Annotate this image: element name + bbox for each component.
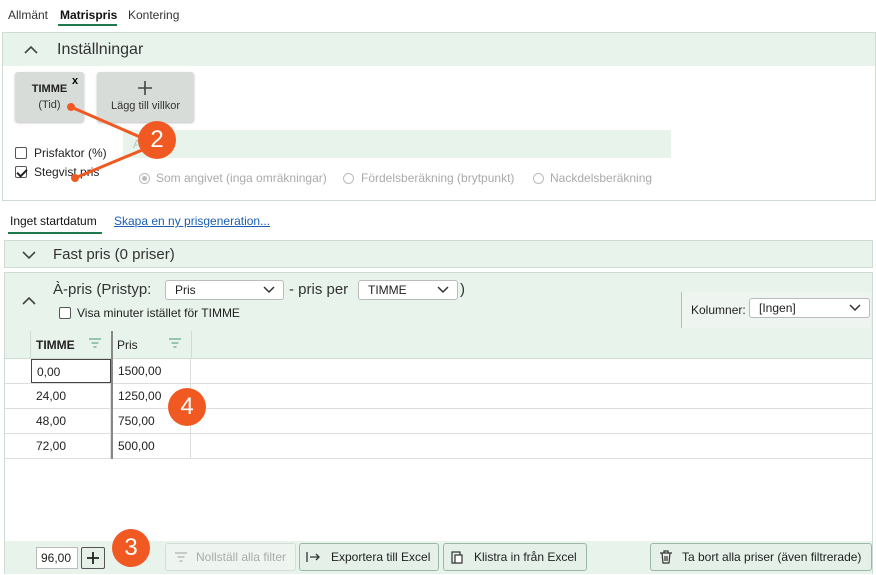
add-condition-button[interactable]: Lägg till villkor bbox=[97, 72, 194, 122]
create-price-generation-link[interactable]: Skapa en ny prisgeneration... bbox=[114, 214, 270, 228]
settings-panel: Inställningar TIMME x (Tid) Lägg till vi… bbox=[2, 32, 876, 201]
visa-minuter-label: Visa minuter istället för TIMME bbox=[77, 306, 240, 320]
radio-nackdelsberakning[interactable] bbox=[533, 173, 544, 184]
reset-filters-button[interactable]: Nollställ alla filter bbox=[165, 543, 296, 571]
radio-som-angivet-label: Som angivet (inga omräkningar) bbox=[156, 171, 327, 185]
cell-timme[interactable]: 0,00 bbox=[31, 359, 111, 383]
fast-pris-title: Fast pris (0 priser) bbox=[53, 246, 175, 263]
radio-fordelsberakning[interactable] bbox=[343, 173, 354, 184]
active-tab-indicator bbox=[58, 24, 117, 26]
condition-unit: (Tid) bbox=[38, 99, 61, 111]
paste-excel-label: Klistra in från Excel bbox=[474, 550, 577, 564]
pristyp-value: Pris bbox=[175, 283, 196, 297]
chevron-down-icon bbox=[437, 286, 449, 294]
a-pris-header: À-pris (Pristyp: Pris - pris per TIMME )… bbox=[5, 273, 872, 331]
row-handle-divider bbox=[30, 331, 31, 359]
annotation-badge-3: 3 bbox=[112, 529, 150, 567]
visa-minuter-checkbox[interactable] bbox=[59, 307, 71, 319]
condition-tile-timme[interactable]: TIMME x (Tid) bbox=[15, 72, 84, 122]
column-divider bbox=[111, 331, 113, 359]
clipboard-icon bbox=[451, 551, 463, 564]
filter-icon[interactable] bbox=[89, 338, 101, 348]
cell-timme[interactable]: 24,00 bbox=[31, 384, 111, 408]
cell-pris[interactable]: 500,00 bbox=[113, 434, 191, 458]
reset-filters-label: Nollställ alla filter bbox=[196, 550, 287, 564]
columns-select[interactable]: [Ingen] bbox=[749, 298, 870, 318]
remove-condition-icon[interactable]: x bbox=[72, 75, 78, 87]
filter-icon bbox=[175, 552, 187, 562]
filter-icon[interactable] bbox=[169, 338, 181, 348]
paste-excel-button[interactable]: Klistra in från Excel bbox=[443, 543, 587, 571]
tab-kontering[interactable]: Kontering bbox=[128, 8, 179, 22]
stegvist-pris-checkbox[interactable] bbox=[15, 166, 27, 178]
a-pris-title: À-pris (Pristyp: bbox=[53, 281, 152, 298]
delete-all-prices-button[interactable]: Ta bort alla priser (även filtrerade) bbox=[650, 543, 872, 571]
add-condition-label: Lägg till villkor bbox=[110, 100, 181, 112]
hidden-field-bar: A bbox=[123, 130, 671, 158]
chevron-down-icon bbox=[263, 286, 275, 294]
column-divider-body bbox=[111, 359, 113, 459]
settings-title: Inställningar bbox=[57, 41, 144, 58]
cell-timme[interactable]: 72,00 bbox=[31, 434, 111, 458]
new-timme-input[interactable]: 96,00 bbox=[36, 547, 78, 569]
column-divider bbox=[191, 331, 192, 359]
tab-inget-startdatum[interactable]: Inget startdatum bbox=[10, 214, 97, 228]
radio-nackdelsberakning-label: Nackdelsberäkning bbox=[550, 171, 653, 185]
table-row[interactable]: 0,00 1500,00 bbox=[5, 359, 872, 384]
prisfaktor-label: Prisfaktor (%) bbox=[34, 146, 107, 160]
radio-som-angivet[interactable] bbox=[139, 173, 150, 184]
pristyp-select[interactable]: Pris bbox=[165, 280, 284, 300]
stegvist-pris-label: Stegvist pris bbox=[34, 165, 100, 179]
prisfaktor-checkbox[interactable] bbox=[15, 147, 27, 159]
export-excel-label: Exportera till Excel bbox=[331, 550, 431, 564]
plus-icon bbox=[87, 552, 99, 564]
chevron-up-icon[interactable] bbox=[23, 42, 39, 58]
chevron-up-icon[interactable] bbox=[21, 293, 37, 309]
fast-pris-panel[interactable]: Fast pris (0 priser) bbox=[4, 240, 873, 268]
cell-pris[interactable]: 1500,00 bbox=[113, 359, 191, 383]
table-row[interactable]: 24,00 1250,00 bbox=[5, 384, 872, 409]
settings-header[interactable]: Inställningar bbox=[3, 33, 875, 66]
annotation-badge-4: 4 bbox=[168, 388, 206, 426]
cell-timme[interactable]: 48,00 bbox=[31, 409, 111, 433]
radio-fordelsberakning-label: Fördelsberäkning (brytpunkt) bbox=[361, 171, 515, 185]
add-row-button[interactable] bbox=[81, 547, 105, 569]
top-tabs: Allmänt Matrispris Kontering bbox=[0, 0, 876, 28]
columns-value: [Ingen] bbox=[759, 301, 796, 315]
close-paren: ) bbox=[460, 281, 465, 298]
plus-icon bbox=[138, 81, 152, 95]
chevron-down-icon bbox=[849, 304, 861, 312]
tab-allmant[interactable]: Allmänt bbox=[8, 8, 48, 22]
table-row[interactable]: 48,00 750,00 bbox=[5, 409, 872, 434]
pris-per-select[interactable]: TIMME bbox=[358, 280, 458, 300]
column-header-timme[interactable]: TIMME bbox=[36, 338, 75, 352]
export-icon bbox=[306, 552, 320, 562]
pris-per-value: TIMME bbox=[368, 283, 407, 297]
table-row[interactable]: 72,00 500,00 bbox=[5, 434, 872, 459]
generation-tab-indicator bbox=[8, 232, 102, 234]
tab-matrispris[interactable]: Matrispris bbox=[60, 8, 117, 22]
columns-box: Kolumner: [Ingen] bbox=[681, 292, 871, 328]
trash-icon bbox=[660, 550, 672, 564]
column-header-pris[interactable]: Pris bbox=[117, 338, 138, 352]
columns-label: Kolumner: bbox=[691, 303, 746, 317]
export-excel-button[interactable]: Exportera till Excel bbox=[299, 543, 439, 571]
grid-header: TIMME Pris bbox=[5, 331, 872, 359]
per-label: - pris per bbox=[289, 281, 349, 298]
chevron-down-icon[interactable] bbox=[21, 247, 37, 263]
annotation-badge-2: 2 bbox=[138, 121, 176, 159]
delete-all-prices-label: Ta bort alla priser (även filtrerade) bbox=[682, 550, 862, 564]
